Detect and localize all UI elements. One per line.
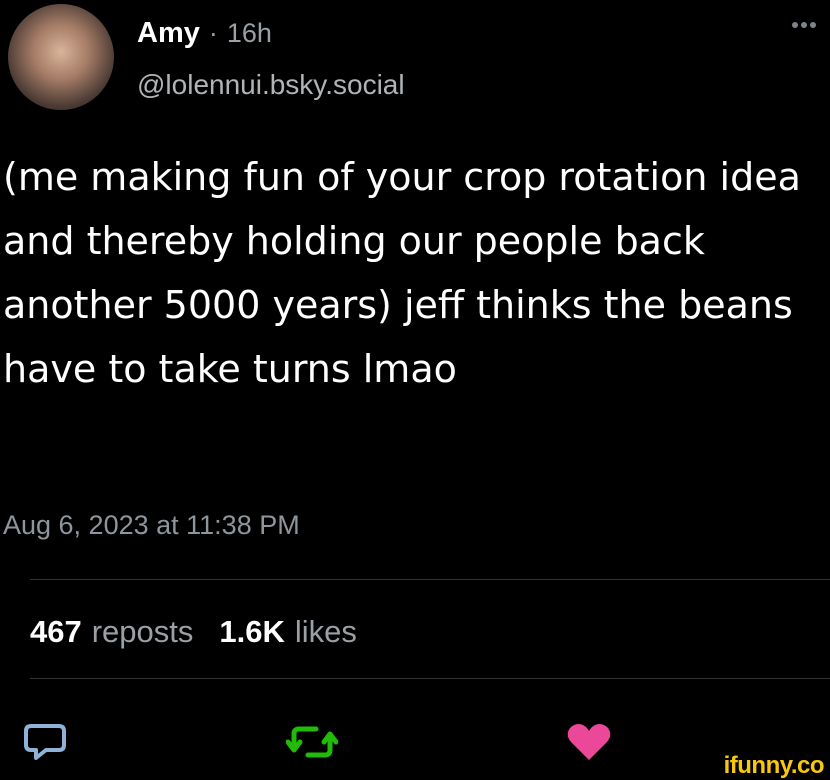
likes-count[interactable]: 1.6K <box>219 614 284 650</box>
post-text: (me making fun of your crop rotation ide… <box>3 155 801 391</box>
heart-icon <box>567 724 611 760</box>
reposts-label[interactable]: reposts <box>92 614 194 650</box>
avatar[interactable] <box>8 4 114 110</box>
divider <box>30 678 830 679</box>
more-options-icon[interactable] <box>792 22 816 28</box>
post-age: 16h <box>226 18 272 48</box>
engagement-stats: 467 reposts 1.6K likes <box>30 614 383 650</box>
author-handle[interactable]: @lolennui.bsky.social <box>137 69 405 101</box>
author-row: Amy · 16h <box>137 17 272 50</box>
dot-separator: · <box>208 18 218 48</box>
ifunny-watermark: ifunny.co <box>723 752 825 779</box>
author-name[interactable]: Amy <box>137 17 200 50</box>
divider <box>30 579 830 580</box>
likes-label[interactable]: likes <box>295 614 357 650</box>
speech-bubble-icon <box>24 724 66 760</box>
post-timestamp: Aug 6, 2023 at 11:38 PM <box>3 510 300 540</box>
reposts-count[interactable]: 467 <box>30 614 82 650</box>
footer-bar <box>0 760 830 780</box>
repost-arrows-icon <box>285 726 339 758</box>
